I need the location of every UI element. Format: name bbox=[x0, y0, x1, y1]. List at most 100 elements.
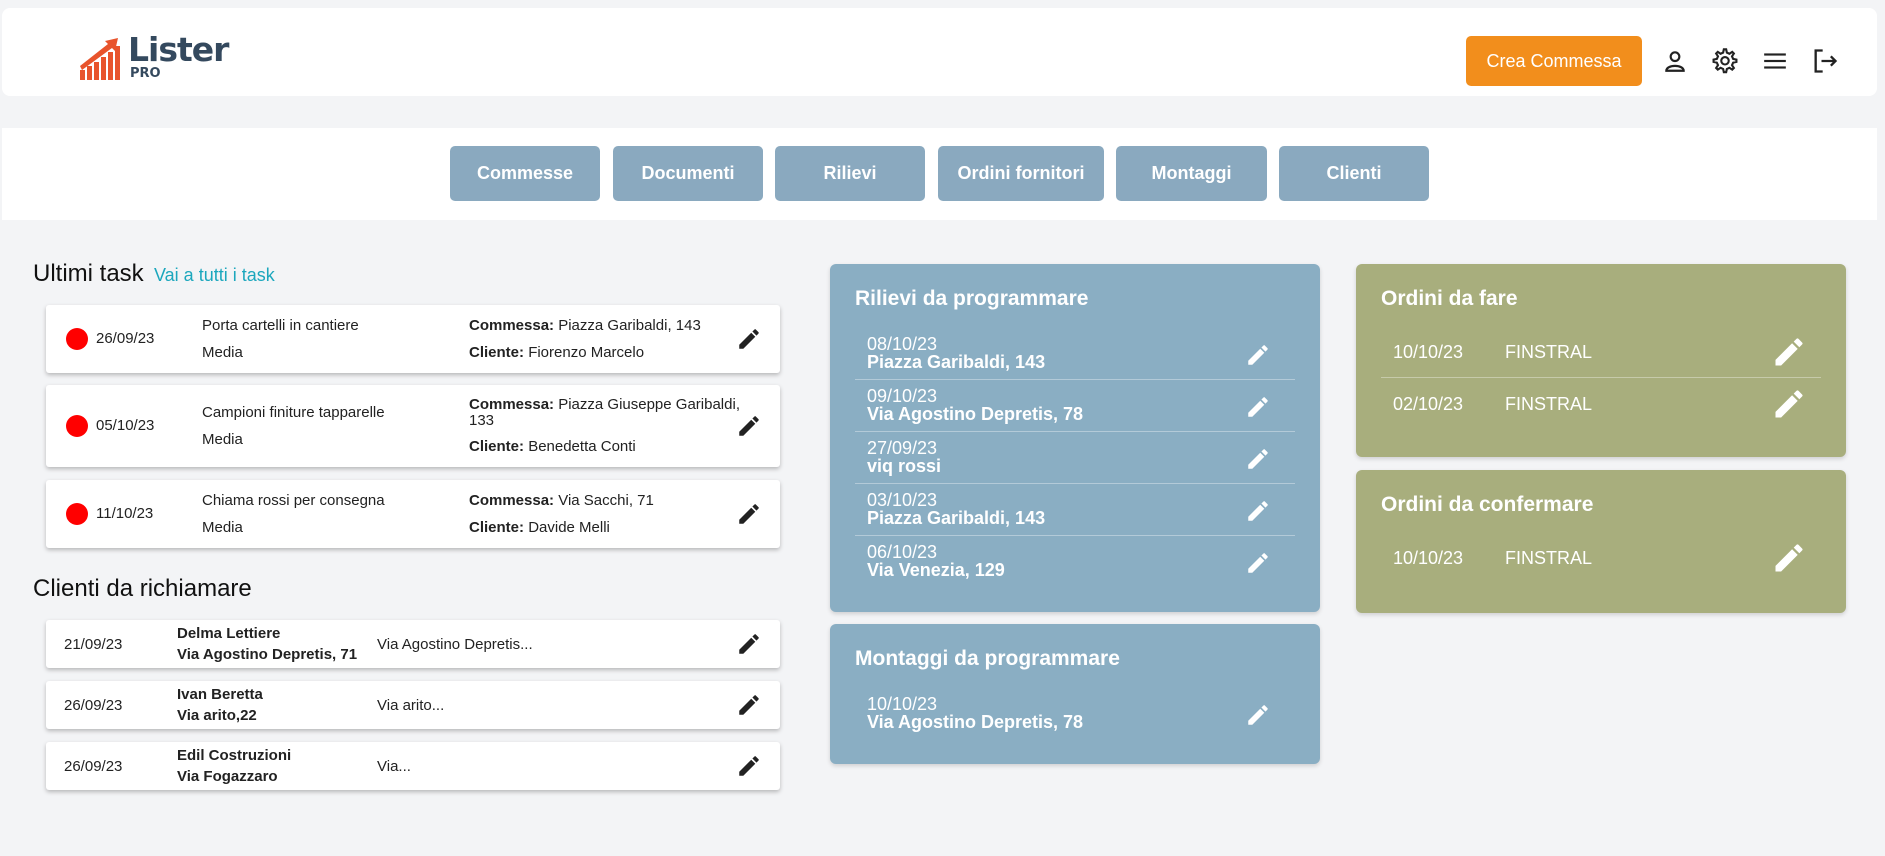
tab-rilievi[interactable]: Rilievi bbox=[775, 146, 925, 201]
task-card[interactable]: 11/10/23 Chiama rossi per consegna Media… bbox=[46, 480, 780, 548]
logout-icon[interactable] bbox=[1808, 44, 1842, 78]
task-date: 26/09/23 bbox=[96, 330, 155, 347]
tasks-title: Ultimi task bbox=[33, 260, 144, 287]
edit-icon[interactable] bbox=[1771, 386, 1807, 422]
ordine-row[interactable]: 10/10/23 FINSTRAL bbox=[1381, 326, 1821, 378]
edit-icon[interactable] bbox=[1245, 550, 1271, 576]
tab-commesse[interactable]: Commesse bbox=[450, 146, 600, 201]
ordini-confermare-title: Ordini da confermare bbox=[1381, 493, 1594, 516]
task-priority: Media bbox=[202, 344, 243, 361]
tab-clienti[interactable]: Clienti bbox=[1279, 146, 1429, 201]
cliente-label: Cliente: bbox=[469, 344, 525, 361]
rilievi-panel: Rilievi da programmare 08/10/23 Piazza G… bbox=[830, 264, 1320, 612]
edit-icon[interactable] bbox=[736, 413, 762, 439]
montaggio-address: Via Agostino Depretis, 78 bbox=[867, 712, 1084, 732]
priority-dot bbox=[66, 328, 88, 350]
task-commessa: Via Sacchi, 71 bbox=[558, 492, 654, 509]
logo-chart-icon bbox=[80, 38, 120, 80]
menu-icon[interactable] bbox=[1758, 44, 1792, 78]
rilievo-address: viq rossi bbox=[867, 456, 942, 476]
rilievi-title: Rilievi da programmare bbox=[855, 287, 1089, 310]
app-header: Lister PRO Crea Commessa bbox=[2, 8, 1877, 96]
client-note: Via... bbox=[377, 758, 411, 775]
tab-documenti[interactable]: Documenti bbox=[613, 146, 763, 201]
commessa-label: Commessa: bbox=[469, 396, 555, 413]
rilievo-row[interactable]: 08/10/23 Piazza Garibaldi, 143 bbox=[855, 328, 1295, 380]
edit-icon[interactable] bbox=[1245, 394, 1271, 420]
ordine-supplier: FINSTRAL bbox=[1505, 394, 1593, 414]
task-card[interactable]: 05/10/23 Campioni finiture tapparelle Me… bbox=[46, 385, 780, 467]
ordine-date: 10/10/23 bbox=[1393, 342, 1464, 362]
montaggio-row[interactable]: 10/10/23 Via Agostino Depretis, 78 bbox=[855, 688, 1295, 740]
client-card[interactable]: 21/09/23 Delma Lettiere Via Agostino Dep… bbox=[46, 620, 780, 668]
crea-commessa-button[interactable]: Crea Commessa bbox=[1466, 36, 1642, 86]
priority-dot bbox=[66, 503, 88, 525]
edit-icon[interactable] bbox=[1245, 446, 1271, 472]
edit-icon[interactable] bbox=[736, 326, 762, 352]
user-icon[interactable] bbox=[1658, 44, 1692, 78]
rilievo-address: Via Agostino Depretis, 78 bbox=[867, 404, 1084, 424]
edit-icon[interactable] bbox=[1771, 334, 1807, 370]
lister-pro-logo[interactable]: Lister PRO bbox=[78, 28, 229, 88]
edit-icon[interactable] bbox=[736, 501, 762, 527]
cliente-label: Cliente: bbox=[469, 519, 525, 536]
rilievo-address: Piazza Garibaldi, 143 bbox=[867, 352, 1046, 372]
task-commessa: Piazza Giuseppe Garibaldi, bbox=[558, 396, 740, 413]
commessa-label: Commessa: bbox=[469, 492, 555, 509]
ordine-date: 02/10/23 bbox=[1393, 394, 1464, 414]
ordine-row[interactable]: 02/10/23 FINSTRAL bbox=[1381, 378, 1821, 430]
client-date: 21/09/23 bbox=[64, 636, 123, 653]
all-tasks-link[interactable]: Vai a tutti i task bbox=[154, 265, 275, 286]
edit-icon[interactable] bbox=[1245, 702, 1271, 728]
client-name: Ivan Beretta bbox=[177, 686, 263, 703]
priority-dot bbox=[66, 415, 88, 437]
task-priority: Media bbox=[202, 519, 243, 536]
edit-icon[interactable] bbox=[1771, 540, 1807, 576]
task-card[interactable]: 26/09/23 Porta cartelli in cantiere Medi… bbox=[46, 305, 780, 373]
rilievo-address: Via Venezia, 129 bbox=[867, 560, 1005, 580]
ordine-date: 10/10/23 bbox=[1393, 548, 1464, 568]
client-name: Delma Lettiere bbox=[177, 625, 281, 642]
task-cliente: Fiorenzo Marcelo bbox=[528, 344, 645, 361]
client-address: Via arito,22 bbox=[177, 707, 257, 724]
ordine-supplier: FINSTRAL bbox=[1505, 342, 1593, 362]
montaggi-panel: Montaggi da programmare 10/10/23 Via Ago… bbox=[830, 624, 1320, 764]
task-commessa-cont: 133 bbox=[469, 412, 495, 429]
client-card[interactable]: 26/09/23 Ivan Beretta Via arito,22 Via a… bbox=[46, 681, 780, 729]
rilievo-row[interactable]: 27/09/23 viq rossi bbox=[855, 432, 1295, 484]
ordine-row[interactable]: 10/10/23 FINSTRAL bbox=[1381, 532, 1821, 584]
task-date: 05/10/23 bbox=[96, 417, 155, 434]
edit-icon[interactable] bbox=[736, 692, 762, 718]
client-address: Via Fogazzaro bbox=[177, 768, 278, 785]
client-note: Via Agostino Depretis... bbox=[377, 636, 533, 653]
edit-icon[interactable] bbox=[1245, 342, 1271, 368]
task-cliente: Benedetta Conti bbox=[528, 438, 636, 455]
logo-subtext: PRO bbox=[130, 66, 161, 81]
task-cliente: Davide Melli bbox=[528, 519, 610, 536]
client-note: Via arito... bbox=[377, 697, 445, 714]
rilievo-row[interactable]: 06/10/23 Via Venezia, 129 bbox=[855, 536, 1295, 588]
tab-montaggi[interactable]: Montaggi bbox=[1116, 146, 1267, 201]
edit-icon[interactable] bbox=[736, 753, 762, 779]
client-date: 26/09/23 bbox=[64, 697, 123, 714]
rilievo-row[interactable]: 03/10/23 Piazza Garibaldi, 143 bbox=[855, 484, 1295, 536]
client-address: Via Agostino Depretis, 71 bbox=[177, 646, 358, 663]
settings-icon[interactable] bbox=[1708, 44, 1742, 78]
edit-icon[interactable] bbox=[736, 631, 762, 657]
task-name: Porta cartelli in cantiere bbox=[202, 317, 359, 334]
ordini-fare-title: Ordini da fare bbox=[1381, 287, 1518, 310]
cliente-label: Cliente: bbox=[469, 438, 525, 455]
edit-icon[interactable] bbox=[1245, 498, 1271, 524]
montaggi-title: Montaggi da programmare bbox=[855, 647, 1120, 670]
client-card[interactable]: 26/09/23 Edil Costruzioni Via Fogazzaro … bbox=[46, 742, 780, 790]
task-date: 11/10/23 bbox=[96, 505, 154, 522]
clients-callback-title: Clienti da richiamare bbox=[33, 575, 252, 602]
task-name: Campioni finiture tapparelle bbox=[202, 404, 385, 421]
task-name: Chiama rossi per consegna bbox=[202, 492, 385, 509]
tab-ordini-fornitori[interactable]: Ordini fornitori bbox=[938, 146, 1104, 201]
main-nav: Commesse Documenti Rilievi Ordini fornit… bbox=[2, 128, 1877, 220]
client-name: Edil Costruzioni bbox=[177, 747, 292, 764]
rilievo-row[interactable]: 09/10/23 Via Agostino Depretis, 78 bbox=[855, 380, 1295, 432]
ordine-supplier: FINSTRAL bbox=[1505, 548, 1593, 568]
task-commessa: Piazza Garibaldi, 143 bbox=[558, 317, 701, 334]
